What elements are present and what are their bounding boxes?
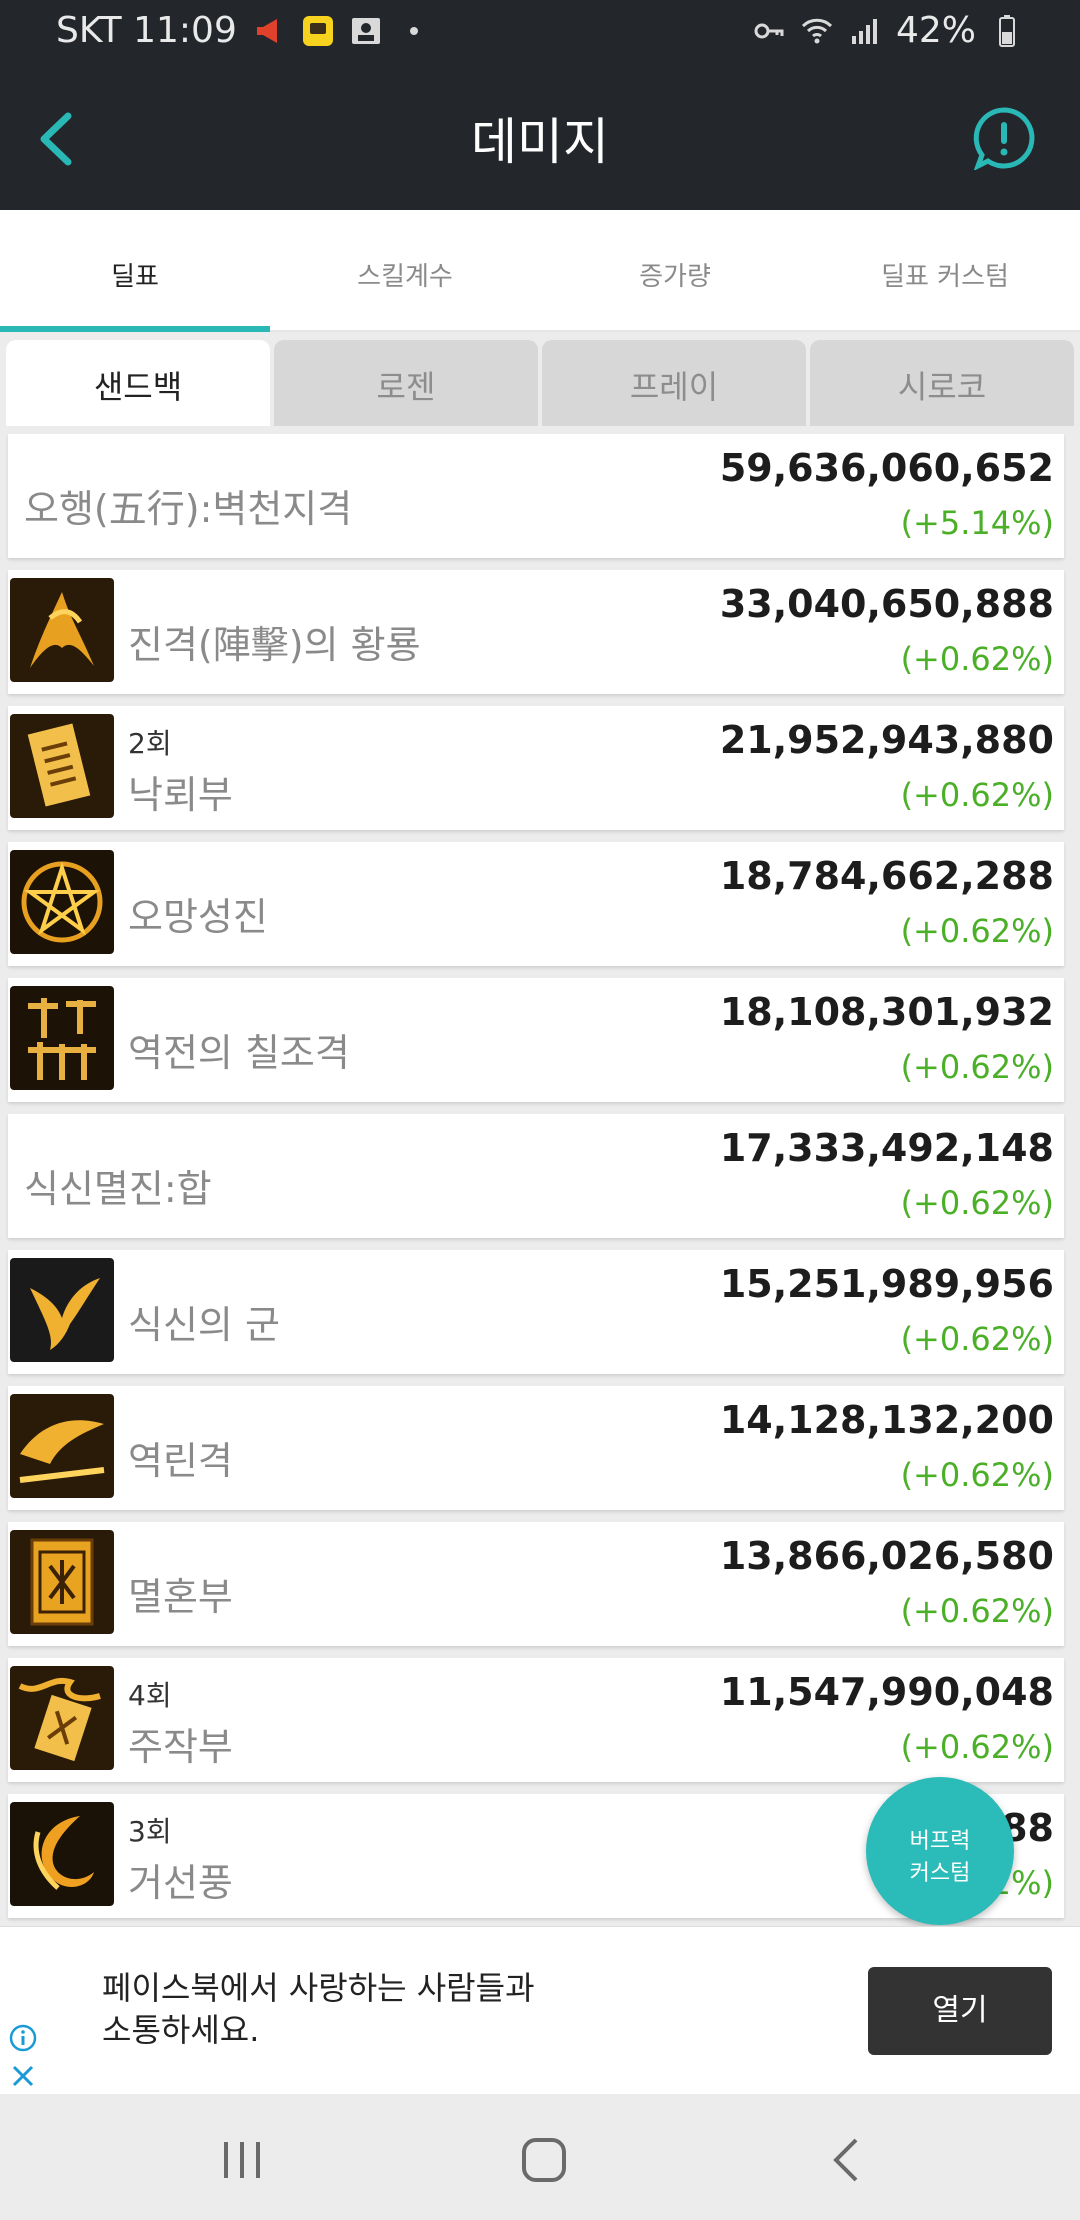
soul-destroy-talisman-icon (10, 1530, 114, 1634)
skill-name: 오망성진 (128, 895, 268, 939)
damage-percent: (+0.62%) (900, 1048, 1054, 1086)
ad-text-line2: 소통하세요. (102, 2011, 260, 2049)
recent-apps-icon[interactable] (212, 2130, 272, 2190)
damage-value: 59,636,060,652 (719, 446, 1054, 490)
damage-value: 11,547,990,048 (719, 1670, 1054, 1714)
damage-value: 33,040,650,888 (719, 582, 1054, 626)
signal-icon (851, 18, 877, 44)
buff-custom-fab[interactable]: 버프력 커스텀 (866, 1777, 1014, 1925)
whirlwind-skill-icon (10, 1802, 114, 1906)
close-icon[interactable] (8, 2061, 38, 2091)
seven-strikes-skill-icon (10, 986, 114, 1090)
damage-percent: (+0.62%) (900, 1320, 1054, 1358)
skill-name: 식신의 군 (128, 1303, 280, 1347)
skill-name: 역전의 칠조격 (128, 1031, 350, 1075)
ad-banner: 페이스북에서 사랑하는 사람들과 소통하세요. 열기 (0, 1926, 1080, 2094)
ad-text-line1: 페이스북에서 사랑하는 사람들과 (102, 1969, 535, 2007)
damage-value: 18,108,301,932 (719, 990, 1054, 1034)
skill-name: 역린격 (128, 1439, 233, 1483)
dot-icon (409, 26, 418, 35)
page-title: 데미지 (471, 113, 609, 171)
yellow-dragon-skill-icon (10, 578, 114, 682)
damage-value: 21,952,943,880 (719, 718, 1054, 762)
list-item[interactable]: 멸혼부 13,866,026,580 (+0.62%) (8, 1522, 1064, 1646)
list-item[interactable]: 역린격 14,128,132,200 (+0.62%) (8, 1386, 1064, 1510)
status-time: SKT 11:09 (56, 10, 237, 51)
target-subtabs: 샌드백 로젠 프레이 시로코 (6, 340, 1074, 426)
hit-count: 4회 (128, 1679, 172, 1712)
damage-percent: (+0.62%) (900, 1592, 1054, 1630)
damage-value: 18,784,662,288 (719, 854, 1054, 898)
skill-name: 주작부 (128, 1725, 233, 1769)
list-item[interactable]: 2회 낙뢰부 21,952,943,880 (+0.62%) (8, 706, 1064, 830)
skill-name: 멸혼부 (128, 1575, 233, 1619)
phoenix-skill-icon (10, 1258, 114, 1362)
battery-percent: 42% (895, 10, 976, 51)
fab-label-line1: 버프력 (909, 1829, 971, 1854)
subtab-sandbag[interactable]: 샌드백 (6, 340, 270, 426)
megaphone-icon (256, 18, 277, 43)
list-item[interactable]: 식신의 군 15,251,989,956 (+0.62%) (8, 1250, 1064, 1374)
damage-value: 17,333,492,148 (719, 1126, 1054, 1170)
damage-percent: (+0.62%) (900, 912, 1054, 950)
vermilion-bird-talisman-icon (10, 1666, 114, 1770)
tab-increase[interactable]: 증가량 (540, 210, 810, 330)
main-tabs: 딜표 스킬계수 증가량 딜표 커스텀 (0, 210, 1080, 332)
pentagram-skill-icon (10, 850, 114, 954)
hit-count: 2회 (128, 727, 172, 760)
damage-value: 14,128,132,200 (719, 1398, 1054, 1442)
subtab-sirocco[interactable]: 시로코 (810, 340, 1074, 426)
damage-percent: (+0.62%) (900, 1728, 1054, 1766)
contact-card-icon (351, 17, 380, 44)
list-item[interactable]: 식신멸진:합 17,333,492,148 (+0.62%) (8, 1114, 1064, 1238)
exclamation-bubble-icon[interactable] (972, 106, 1036, 170)
damage-value: 15,251,989,956 (719, 1262, 1054, 1306)
fab-label-line2: 커스텀 (909, 1861, 971, 1886)
damage-percent: (+5.14%) (900, 504, 1054, 542)
damage-percent: (+0.62%) (900, 1456, 1054, 1494)
damage-percent: (+0.62%) (900, 1184, 1054, 1222)
damage-percent: (+0.62%) (900, 640, 1054, 678)
skill-name: 낙뢰부 (128, 773, 233, 817)
hit-count: 3회 (128, 1815, 172, 1848)
ad-text: 페이스북에서 사랑하는 사람들과 소통하세요. (102, 1967, 622, 2051)
talisman-skill-icon (10, 714, 114, 818)
list-item[interactable]: 오망성진 18,784,662,288 (+0.62%) (8, 842, 1064, 966)
list-item[interactable]: 4회 주작부 11,547,990,048 (+0.62%) (8, 1658, 1064, 1782)
skill-name: 거선풍 (128, 1861, 233, 1905)
system-nav-bar (0, 2094, 1080, 2220)
damage-list: 오행(五行):벽천지격 59,636,060,652 (+5.14%) 진격(陣… (8, 434, 1064, 1930)
reverse-scale-strike-icon (10, 1394, 114, 1498)
list-item[interactable]: 역전의 칠조격 18,108,301,932 (+0.62%) (8, 978, 1064, 1102)
battery-icon (999, 14, 1015, 47)
status-left: SKT 11:09 (56, 10, 431, 51)
back-icon[interactable] (818, 2130, 878, 2190)
wifi-icon (801, 18, 833, 43)
damage-value: 13,866,026,580 (719, 1534, 1054, 1578)
info-icon[interactable] (8, 2023, 38, 2053)
tab-damage-table[interactable]: 딜표 (0, 210, 270, 332)
subtab-rosen[interactable]: 로젠 (274, 340, 538, 426)
status-bar: SKT 11:09 42% (0, 0, 1080, 64)
list-item[interactable]: 오행(五行):벽천지격 59,636,060,652 (+5.14%) (8, 434, 1064, 558)
skill-name: 오행(五行):벽천지격 (24, 487, 353, 531)
tab-damage-custom[interactable]: 딜표 커스텀 (810, 210, 1080, 330)
app-bar: 데미지 (0, 64, 1080, 210)
chat-app-icon (302, 15, 333, 46)
damage-percent: (+0.62%) (900, 776, 1054, 814)
key-icon (754, 23, 784, 38)
skill-name: 식신멸진:합 (24, 1167, 212, 1211)
home-icon[interactable] (514, 2130, 574, 2190)
skill-name: 진격(陣擊)의 황룡 (128, 623, 421, 667)
list-item[interactable]: 진격(陣擊)의 황룡 33,040,650,888 (+0.62%) (8, 570, 1064, 694)
ad-open-button[interactable]: 열기 (868, 1967, 1052, 2055)
status-right: 42% (752, 10, 1024, 51)
tab-skill-coefficient[interactable]: 스킬계수 (270, 210, 540, 330)
subtab-prey[interactable]: 프레이 (542, 340, 806, 426)
